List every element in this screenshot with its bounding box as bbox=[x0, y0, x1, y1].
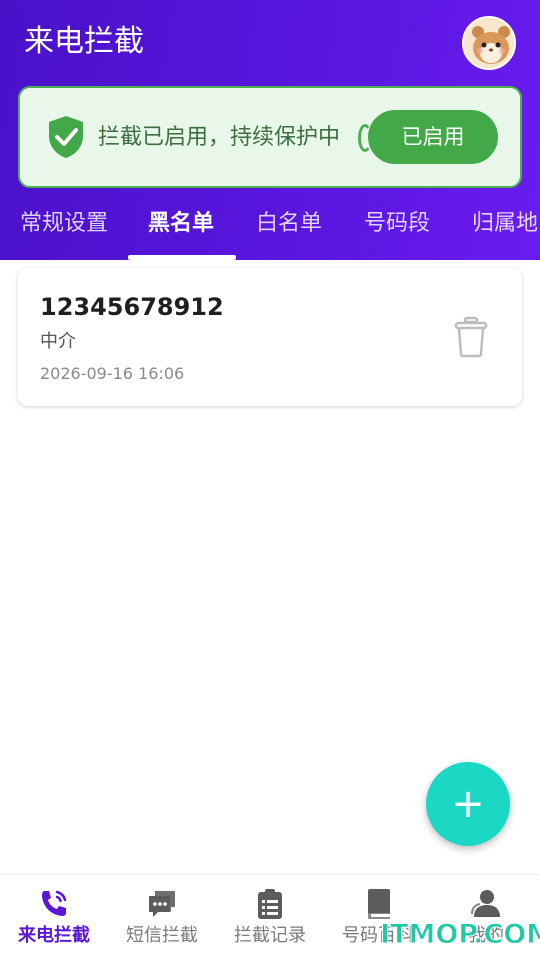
tab-general-settings[interactable]: 常规设置 bbox=[20, 206, 108, 242]
book-icon bbox=[368, 889, 390, 919]
clipboard-icon bbox=[258, 889, 282, 919]
watermark-text: ITMOP.COM bbox=[379, 919, 540, 951]
enabled-toggle-button[interactable]: 已启用 bbox=[368, 110, 498, 164]
added-time: 2026-09-16 16:06 bbox=[40, 364, 185, 383]
nav-label: 短信拦截 bbox=[126, 925, 198, 946]
tab-number-range[interactable]: 号码段 bbox=[364, 206, 430, 242]
blacklist-item[interactable]: 12345678912 中介 2026-09-16 16:06 bbox=[18, 268, 522, 406]
protection-status-card: 拦截已启用，持续保护中 已启用 bbox=[18, 86, 522, 188]
phone-number: 12345678912 bbox=[40, 293, 224, 321]
number-label: 中介 bbox=[40, 331, 76, 352]
page-title: 来电拦截 bbox=[24, 24, 144, 59]
nav-call-blocking[interactable]: 来电拦截 bbox=[0, 875, 108, 960]
active-tab-indicator bbox=[128, 255, 236, 260]
tab-bar: 常规设置 黑名单 白名单 号码段 归属地 bbox=[0, 196, 540, 260]
tab-blacklist[interactable]: 黑名单 bbox=[148, 206, 214, 242]
message-icon bbox=[149, 891, 175, 917]
nav-sms-blocking[interactable]: 短信拦截 bbox=[108, 875, 216, 960]
status-text: 拦截已启用，持续保护中 bbox=[98, 125, 341, 150]
phone-icon bbox=[42, 890, 67, 916]
tab-whitelist[interactable]: 白名单 bbox=[256, 206, 322, 242]
app-header: 来电拦截 拦截已启用，持续保护中 已启用 常规设置 黑名单 白名单 号码段 归属… bbox=[0, 0, 540, 260]
nav-block-records[interactable]: 拦截记录 bbox=[216, 875, 324, 960]
shield-check-icon bbox=[49, 116, 83, 158]
hamster-avatar-icon bbox=[464, 18, 514, 68]
trash-icon[interactable] bbox=[454, 316, 488, 358]
nav-label: 来电拦截 bbox=[18, 925, 90, 946]
person-icon bbox=[471, 890, 500, 917]
nav-label: 拦截记录 bbox=[234, 925, 306, 946]
add-number-button[interactable]: + bbox=[426, 762, 510, 846]
tab-location[interactable]: 归属地 bbox=[472, 206, 538, 242]
avatar[interactable] bbox=[462, 16, 516, 70]
